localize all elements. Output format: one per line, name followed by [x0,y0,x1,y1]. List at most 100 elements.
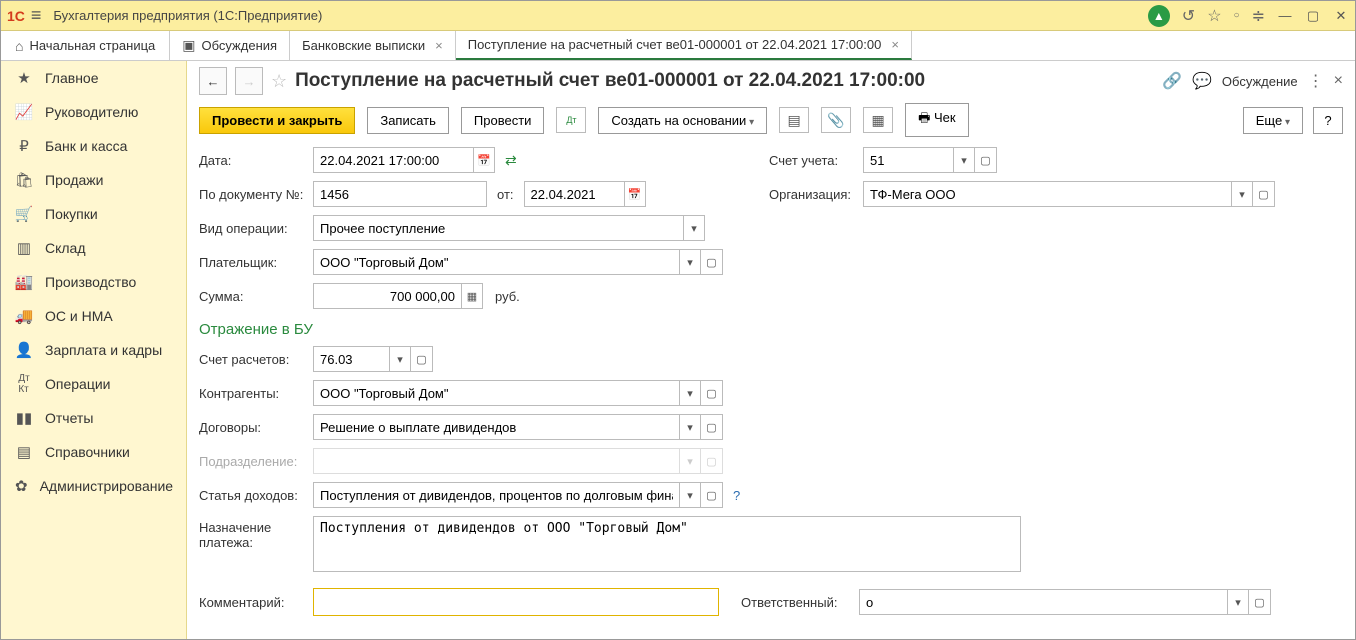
payer-input[interactable] [313,249,679,275]
home-icon: ⌂ [15,38,23,54]
sidebar-item-catalogs[interactable]: ▤Справочники [1,435,186,469]
subdiv-input[interactable] [313,448,679,474]
favorite-star-icon[interactable]: ☆ [271,71,287,92]
more-button[interactable]: Еще [1243,107,1303,134]
sidebar-item-admin[interactable]: ✿Администрирование [1,469,186,503]
help-button[interactable]: ? [1313,107,1343,134]
sidebar-item-operations[interactable]: ДтКтОперации [1,367,186,401]
save-button[interactable]: Записать [367,107,449,134]
kebab-icon[interactable]: ⋮ [1308,71,1324,91]
open-icon[interactable]: ▢ [701,448,723,474]
settle-acct-input[interactable] [313,346,389,372]
nav-back-button[interactable]: ← [199,67,227,95]
sidebar-item-bank[interactable]: ₽Банк и касса [1,129,186,163]
calendar-icon[interactable]: 📅 [624,181,646,207]
dtkt-button[interactable]: Дт [556,107,586,133]
account-input[interactable] [863,147,953,173]
sidebar-item-label: Покупки [45,206,98,222]
sidebar-item-purchases[interactable]: 🛒Покупки [1,197,186,231]
org-input[interactable] [863,181,1231,207]
box-icon: ▥ [15,239,33,257]
history-icon[interactable]: ↺ [1182,6,1195,26]
attach-button[interactable]: 📎 [821,107,851,133]
docnum-input[interactable] [313,181,487,207]
nav-forward-button[interactable]: → [235,67,263,95]
optype-label: Вид операции: [199,221,307,236]
maximize-button[interactable]: ▢ [1305,8,1321,24]
sidebar-item-sales[interactable]: 🛍Продажи [1,163,186,197]
close-button[interactable]: ✕ [1333,8,1349,24]
help-link-icon[interactable]: ? [733,488,740,503]
sidebar-item-warehouse[interactable]: ▥Склад [1,231,186,265]
comment-input[interactable] [313,588,719,616]
discussion-icon[interactable]: 💬 [1192,71,1212,91]
sidebar: ★Главное 📈Руководителю ₽Банк и касса 🛍Пр… [1,61,187,639]
dropdown-icon[interactable]: ▾ [1227,589,1249,615]
sidebar-item-main[interactable]: ★Главное [1,61,186,95]
purpose-textarea[interactable]: Поступления от дивидендов от ООО "Торгов… [313,516,1021,572]
favorites-icon[interactable]: ☆ [1207,6,1221,26]
discussion-label[interactable]: Обсуждение [1222,74,1298,89]
dropdown-icon[interactable]: ▾ [683,215,705,241]
dropdown-icon[interactable]: ▾ [679,414,701,440]
sidebar-item-label: Руководителю [45,104,138,120]
open-icon[interactable]: ▢ [701,380,723,406]
open-icon[interactable]: ▢ [701,482,723,508]
sidebar-item-manager[interactable]: 📈Руководителю [1,95,186,129]
counterparty-input[interactable] [313,380,679,406]
contract-input[interactable] [313,414,679,440]
hamburger-icon[interactable]: ≡ [31,5,42,26]
tab-bank-statements[interactable]: Банковские выписки × [290,31,456,60]
open-icon[interactable]: ▢ [701,249,723,275]
post-button[interactable]: Провести [461,107,545,134]
extra-button[interactable]: ▦ [863,107,893,133]
cheque-button[interactable]: 🖶 Чек [905,103,969,137]
minimize-button[interactable]: — [1277,8,1293,24]
tab-home[interactable]: ⌂ Начальная страница [1,31,170,60]
dropdown-icon[interactable]: ▾ [679,448,701,474]
truck-icon: 🚚 [15,307,33,325]
close-form-icon[interactable]: × [1334,72,1343,90]
sync-icon[interactable]: ⇄ [505,152,517,169]
structure-button[interactable]: ▤ [779,107,809,133]
open-icon[interactable]: ▢ [975,147,997,173]
link-icon[interactable]: 🔗 [1162,71,1182,91]
sidebar-item-reports[interactable]: ▮▮Отчеты [1,401,186,435]
star-icon: ★ [15,69,33,87]
split-icon[interactable]: ○ [1234,10,1240,21]
sidebar-item-assets[interactable]: 🚚 ОС и НМА [1,299,186,333]
optype-input[interactable] [313,215,683,241]
sum-input[interactable] [313,283,461,309]
date-input[interactable] [313,147,473,173]
tab-close-icon[interactable]: × [891,37,899,52]
docnum-date-input[interactable] [524,181,624,207]
account-label: Счет учета: [769,153,857,168]
sidebar-item-label: ОС и НМА [45,308,113,324]
dropdown-icon[interactable]: ▾ [679,249,701,275]
responsible-input[interactable] [859,589,1227,615]
open-icon[interactable]: ▢ [701,414,723,440]
comment-label: Комментарий: [199,595,307,610]
sidebar-item-payroll[interactable]: 👤Зарплата и кадры [1,333,186,367]
settings-icon[interactable]: ≑ [1252,6,1265,26]
calculator-icon[interactable]: ▦ [461,283,483,309]
tab-close-icon[interactable]: × [435,38,443,53]
dropdown-icon[interactable]: ▾ [1231,181,1253,207]
calendar-icon[interactable]: 📅 [473,147,495,173]
income-input[interactable] [313,482,679,508]
create-based-on-button[interactable]: Создать на основании [598,107,767,134]
dropdown-icon[interactable]: ▾ [679,380,701,406]
factory-icon: 🏭 [15,273,33,291]
sidebar-item-production[interactable]: 🏭Производство [1,265,186,299]
post-and-close-button[interactable]: Провести и закрыть [199,107,355,134]
dropdown-icon[interactable]: ▾ [953,147,975,173]
dropdown-icon[interactable]: ▾ [389,346,411,372]
dropdown-icon[interactable]: ▾ [679,482,701,508]
printer-icon: 🖶 [918,110,930,125]
tab-receipt-document[interactable]: Поступление на расчетный счет ве01-00000… [456,31,912,60]
notifications-icon[interactable]: ▲ [1148,5,1170,27]
open-icon[interactable]: ▢ [411,346,433,372]
tab-discussions[interactable]: ▣ Обсуждения [170,31,290,60]
open-icon[interactable]: ▢ [1253,181,1275,207]
open-icon[interactable]: ▢ [1249,589,1271,615]
